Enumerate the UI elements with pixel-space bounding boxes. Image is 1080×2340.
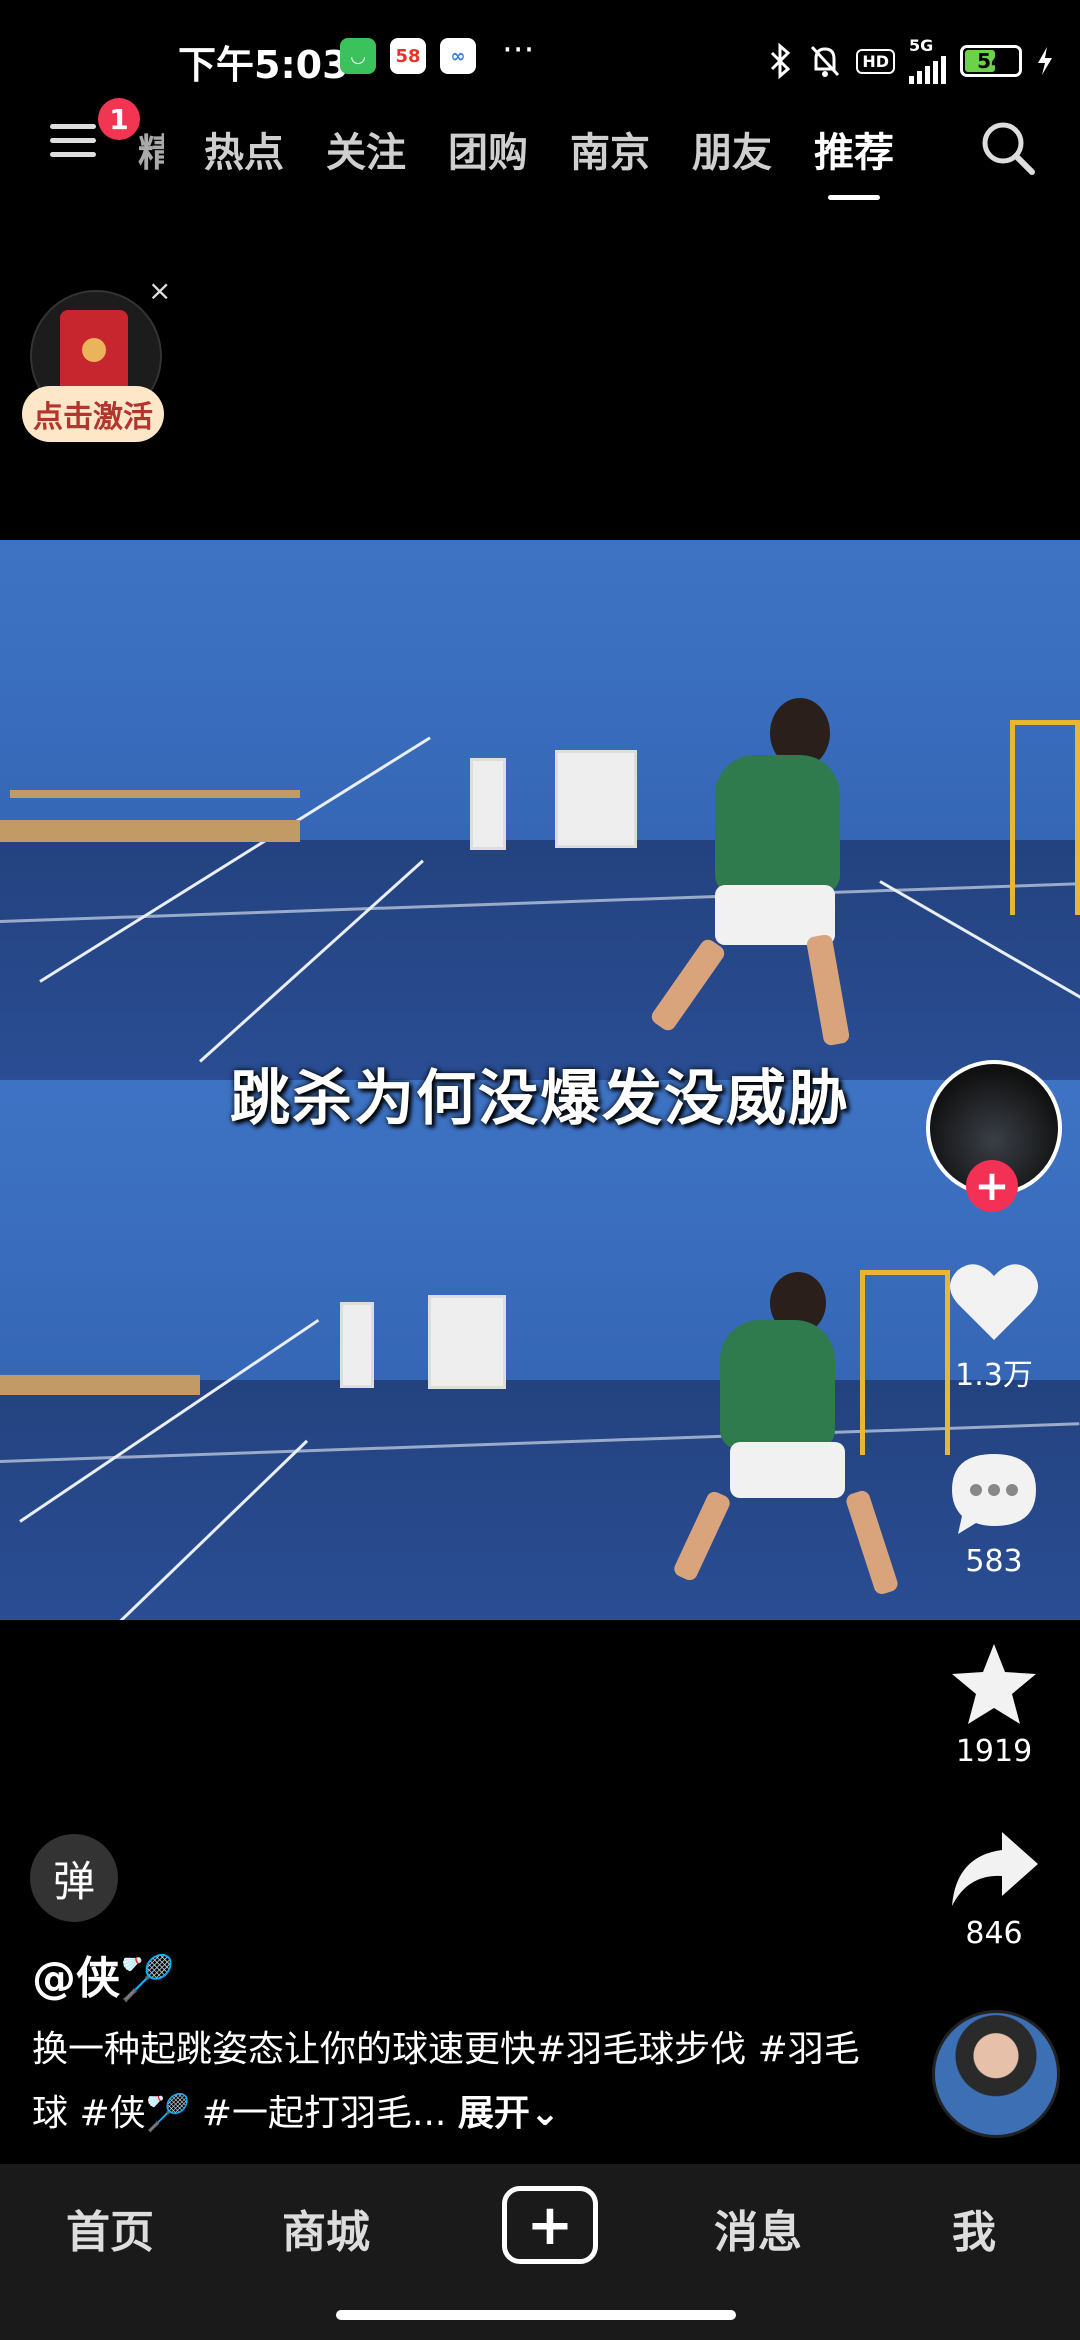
share-button[interactable]: 846	[936, 1826, 1052, 1951]
expand-link[interactable]: 展开⌄	[458, 2093, 560, 2134]
search-icon[interactable]	[978, 118, 1038, 178]
favorite-count: 1919	[955, 1734, 1033, 1769]
expand-label: 展开	[457, 2093, 530, 2134]
tab-friends[interactable]: 朋友	[692, 120, 772, 178]
tab-group-buy[interactable]: 团购	[448, 120, 528, 178]
like-button[interactable]: 1.3万	[936, 1260, 1052, 1394]
chevron-down-icon: ⌄	[529, 2093, 561, 2134]
video-frame-bottom	[0, 1080, 1080, 1620]
charging-icon	[1038, 47, 1052, 75]
comment-icon	[952, 1454, 1036, 1534]
red-envelope-icon[interactable]	[60, 310, 128, 394]
music-avatar[interactable]	[932, 2010, 1060, 2138]
bluetooth-icon	[771, 43, 791, 79]
more-notifications-icon: ···	[502, 30, 535, 70]
tab-nanjing[interactable]: 南京	[570, 120, 650, 178]
author-name[interactable]: @侠🏸	[32, 1942, 175, 2006]
status-bar: 下午5:03 ◡ 58 ∞ ··· HD 5G 54	[0, 0, 1080, 120]
heart-icon	[950, 1264, 1038, 1340]
tab-me[interactable]: 我	[952, 2196, 996, 2260]
share-arrow-icon	[952, 1832, 1038, 1906]
activate-button[interactable]: 点击激活	[22, 386, 164, 442]
mute-icon	[811, 45, 840, 77]
post-description[interactable]: 换一种起跳姿态让你的球速更快#羽毛球步伐 #羽毛球 #侠🏸 #一起打羽毛... …	[32, 2018, 892, 2146]
comment-count: 583	[965, 1544, 1023, 1579]
status-indicators: HD 5G 54	[768, 38, 1054, 84]
community-app-icon: ∞	[440, 38, 476, 74]
tab-recommended[interactable]: 推荐	[814, 120, 894, 200]
share-count: 846	[965, 1916, 1023, 1951]
home-indicator[interactable]	[336, 2310, 736, 2320]
tab-partial[interactable]: 精选	[138, 122, 164, 177]
battery-level: 54	[977, 49, 1005, 73]
menu-icon[interactable]	[50, 124, 96, 160]
description-text: 换一种起跳姿态让你的球速更快#羽毛球步伐 #羽毛球 #侠🏸 #一起打羽毛...	[32, 2029, 860, 2134]
battery-icon: 54	[960, 45, 1022, 77]
video-caption: 跳杀为何没爆发没威胁	[230, 1064, 850, 1134]
tab-mall[interactable]: 商城	[282, 2196, 370, 2260]
create-button[interactable]: +	[502, 2186, 598, 2264]
tab-home[interactable]: 首页	[66, 2196, 154, 2260]
comment-button[interactable]: 583	[936, 1450, 1052, 1579]
status-time: 下午5:03	[178, 43, 349, 87]
status-app-icons: ◡ 58 ∞	[340, 38, 476, 74]
danmaku-toggle[interactable]: 弹	[30, 1834, 118, 1922]
wechat-app-icon: ◡	[340, 38, 376, 74]
notification-badge: 1	[98, 98, 140, 140]
video-frame-top	[0, 540, 1080, 1080]
favorite-button[interactable]: 1919	[936, 1640, 1052, 1769]
close-icon[interactable]: ×	[148, 274, 171, 307]
top-tabs: 热点 关注 团购 南京 朋友 推荐	[204, 120, 894, 200]
signal-icon: 5G	[909, 38, 946, 84]
hd-icon: HD	[856, 48, 895, 74]
follow-button[interactable]: +	[966, 1160, 1018, 1212]
tab-hot[interactable]: 热点	[204, 120, 284, 178]
star-icon	[952, 1644, 1036, 1724]
58-app-icon: 58	[390, 38, 426, 74]
network-type: 5G	[909, 36, 934, 55]
like-count: 1.3万	[955, 1358, 1033, 1393]
tab-following[interactable]: 关注	[326, 120, 406, 178]
tab-messages[interactable]: 消息	[714, 2196, 802, 2260]
